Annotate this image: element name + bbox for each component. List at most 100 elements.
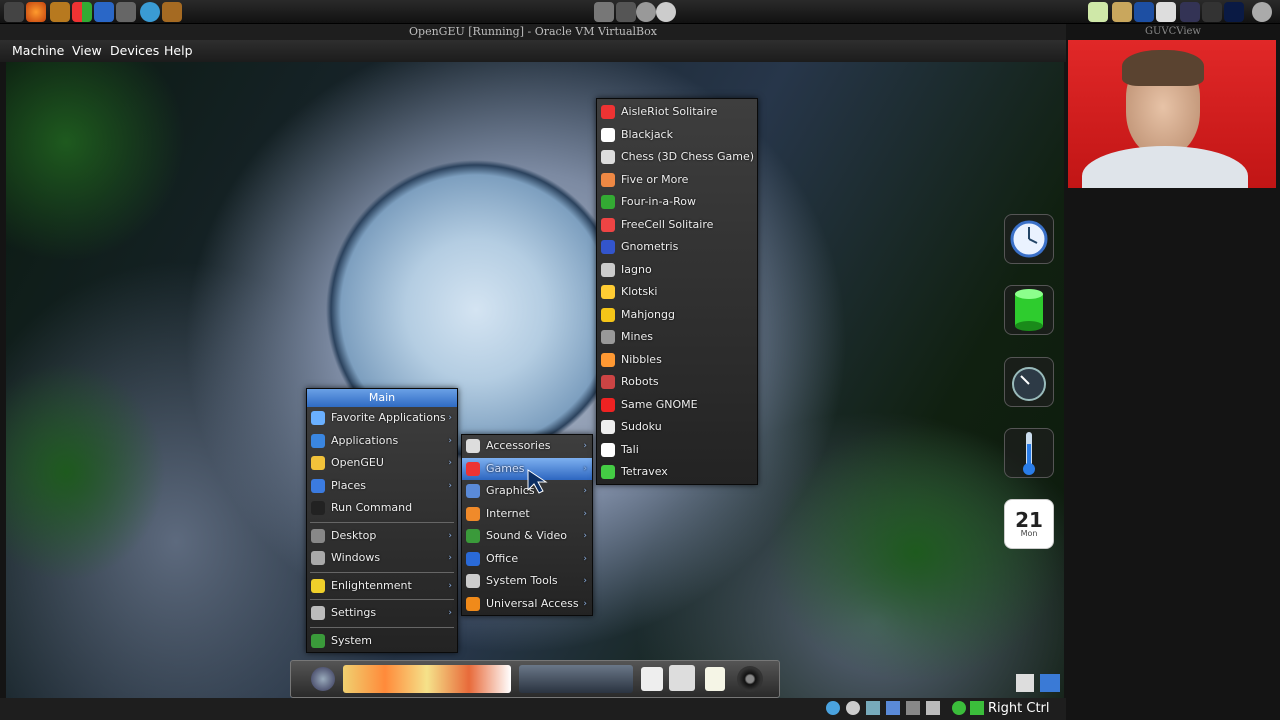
launcher-icons[interactable] xyxy=(343,665,511,693)
gnome-foot-icon[interactable] xyxy=(4,2,24,22)
cd-status-icon[interactable] xyxy=(846,701,860,715)
chevron-right-icon: › xyxy=(448,458,452,468)
webcam-feed xyxy=(1068,40,1276,188)
main-menu-item-windows[interactable]: Windows › xyxy=(307,547,457,570)
games-menu-item-mines[interactable]: Mines xyxy=(597,326,757,349)
activity-graph-icon[interactable] xyxy=(1224,2,1244,22)
network-status-icon[interactable] xyxy=(886,701,900,715)
keyboard-icon[interactable] xyxy=(1016,674,1034,692)
menu-item-label: Settings xyxy=(331,606,377,619)
usb-status-icon[interactable] xyxy=(866,701,880,715)
games-menu-item-mahjongg-icon xyxy=(601,307,615,322)
shared-folder-icon[interactable] xyxy=(906,701,920,715)
cpu-gauge-gadget[interactable] xyxy=(1004,357,1054,407)
games-menu-item-five-or-more[interactable]: Five or More xyxy=(597,169,757,192)
main-menu-item-settings[interactable]: Settings › xyxy=(307,602,457,625)
chevron-right-icon: › xyxy=(448,608,452,618)
menu-item-label: Klotski xyxy=(621,285,658,298)
apps-menu-item-sound-video[interactable]: Sound & Video › xyxy=(462,525,592,548)
workspace-switcher-icon[interactable] xyxy=(594,2,614,22)
apps-menu-item-office[interactable]: Office › xyxy=(462,548,592,571)
temperature-gadget[interactable] xyxy=(1004,428,1054,478)
games-menu-item-gnometris[interactable]: Gnometris xyxy=(597,236,757,259)
main-menu: Main Favorite Applications › Applications ›… xyxy=(306,388,458,653)
menu-help[interactable]: Help xyxy=(164,42,193,60)
games-menu-item-freecell-solitaire[interactable]: FreeCell Solitaire xyxy=(597,214,757,237)
games-menu-item-robots[interactable]: Robots xyxy=(597,371,757,394)
terminal-icon[interactable] xyxy=(116,2,136,22)
signal-icon[interactable] xyxy=(1180,2,1200,22)
main-menu-item-run-command[interactable]: Run Command xyxy=(307,497,457,520)
games-menu-item-mahjongg[interactable]: Mahjongg xyxy=(597,304,757,327)
games-menu-item-iagno-icon xyxy=(601,262,615,277)
trash-icon[interactable] xyxy=(705,667,725,691)
main-menu-item-places[interactable]: Places › xyxy=(307,475,457,498)
apps-menu-item-system-tools[interactable]: System Tools › xyxy=(462,570,592,593)
calendar-gadget[interactable]: 21 Mon xyxy=(1004,499,1054,549)
apps-menu-item-internet-icon xyxy=(466,506,480,521)
power-icon[interactable] xyxy=(1252,2,1272,22)
games-menu-item-robots-icon xyxy=(601,375,615,389)
bottle-icon[interactable] xyxy=(1112,2,1132,22)
display-status-icon[interactable] xyxy=(926,701,940,715)
blank-icon[interactable] xyxy=(641,667,663,691)
app-icon[interactable] xyxy=(162,2,182,22)
menu-machine[interactable]: Machine xyxy=(12,42,64,60)
games-menu-item-nibbles[interactable]: Nibbles xyxy=(597,349,757,372)
speaker-icon[interactable] xyxy=(737,666,763,692)
apps-menu-item-accessories[interactable]: Accessories › xyxy=(462,435,592,458)
file-manager-icon[interactable] xyxy=(669,665,695,691)
games-menu-item-tetravex[interactable]: Tetravex xyxy=(597,461,757,484)
start-menu-icon[interactable] xyxy=(311,667,335,691)
settings-icon[interactable] xyxy=(656,2,676,22)
games-menu-item-sudoku[interactable]: Sudoku xyxy=(597,416,757,439)
mouse-integration-icon[interactable] xyxy=(952,701,966,715)
menu-devices[interactable]: Devices xyxy=(110,42,159,60)
virtualbox-icon[interactable] xyxy=(94,2,114,22)
games-menu-item-blackjack[interactable]: Blackjack xyxy=(597,124,757,147)
games-menu-item-same-gnome[interactable]: Same GNOME xyxy=(597,394,757,417)
capture-icon[interactable] xyxy=(970,701,984,715)
apps-menu-item-universal-access[interactable]: Universal Access › xyxy=(462,593,592,616)
clock-gadget[interactable] xyxy=(1004,214,1054,264)
disk-status-icon[interactable] xyxy=(826,701,840,715)
menu-item-label: Four-in-a-Row xyxy=(621,195,697,208)
monitor-icon[interactable] xyxy=(1040,674,1060,692)
main-menu-item-opengeu[interactable]: OpenGEU › xyxy=(307,452,457,475)
screen-icon[interactable] xyxy=(1134,2,1154,22)
games-menu-item-klotski[interactable]: Klotski xyxy=(597,281,757,304)
shield-icon[interactable] xyxy=(1088,2,1108,22)
webcam-icon[interactable] xyxy=(636,2,656,22)
mail-icon[interactable] xyxy=(1156,2,1176,22)
main-menu-item-favorite-applications[interactable]: Favorite Applications › xyxy=(307,407,457,430)
main-menu-item-desktop[interactable]: Desktop › xyxy=(307,525,457,548)
menu-item-label: Gnometris xyxy=(621,240,679,253)
firefox-icon[interactable] xyxy=(26,2,46,22)
games-menu-item-four-in-a-row[interactable]: Four-in-a-Row xyxy=(597,191,757,214)
menu-item-label: Sudoku xyxy=(621,420,662,433)
main-menu-item-run-command-icon xyxy=(311,501,325,515)
games-menu-item-chess-3d-chess-game[interactable]: Chess (3D Chess Game) xyxy=(597,146,757,169)
menu-item-label: Windows xyxy=(331,551,381,564)
network-icon[interactable] xyxy=(140,2,160,22)
gimp-icon[interactable] xyxy=(50,2,70,22)
menu-item-label: Five or More xyxy=(621,172,689,186)
menu-item-label: Run Command xyxy=(331,501,413,514)
disk-gadget[interactable] xyxy=(1004,285,1054,335)
volume-icon[interactable] xyxy=(1202,2,1222,22)
games-menu-item-same-gnome-icon xyxy=(601,397,615,412)
chevron-right-icon: › xyxy=(583,553,587,564)
windows-icon[interactable] xyxy=(72,2,92,22)
main-menu-item-system[interactable]: System xyxy=(307,630,457,653)
menu-view[interactable]: View xyxy=(72,42,102,60)
games-menu-item-aisleriot-solitaire[interactable]: AisleRiot Solitaire xyxy=(597,101,757,124)
apps-menu-item-internet[interactable]: Internet › xyxy=(462,503,592,526)
pager-icons[interactable] xyxy=(519,665,633,693)
main-menu-item-applications[interactable]: Applications › xyxy=(307,430,457,453)
menu-item-label: System xyxy=(331,633,373,647)
games-menu-item-iagno[interactable]: Iagno xyxy=(597,259,757,282)
menu-separator xyxy=(310,571,454,573)
workspace-2-icon[interactable] xyxy=(616,2,636,22)
games-menu-item-tali[interactable]: Tali xyxy=(597,439,757,462)
main-menu-item-enlightenment[interactable]: Enlightenment › xyxy=(307,575,457,598)
